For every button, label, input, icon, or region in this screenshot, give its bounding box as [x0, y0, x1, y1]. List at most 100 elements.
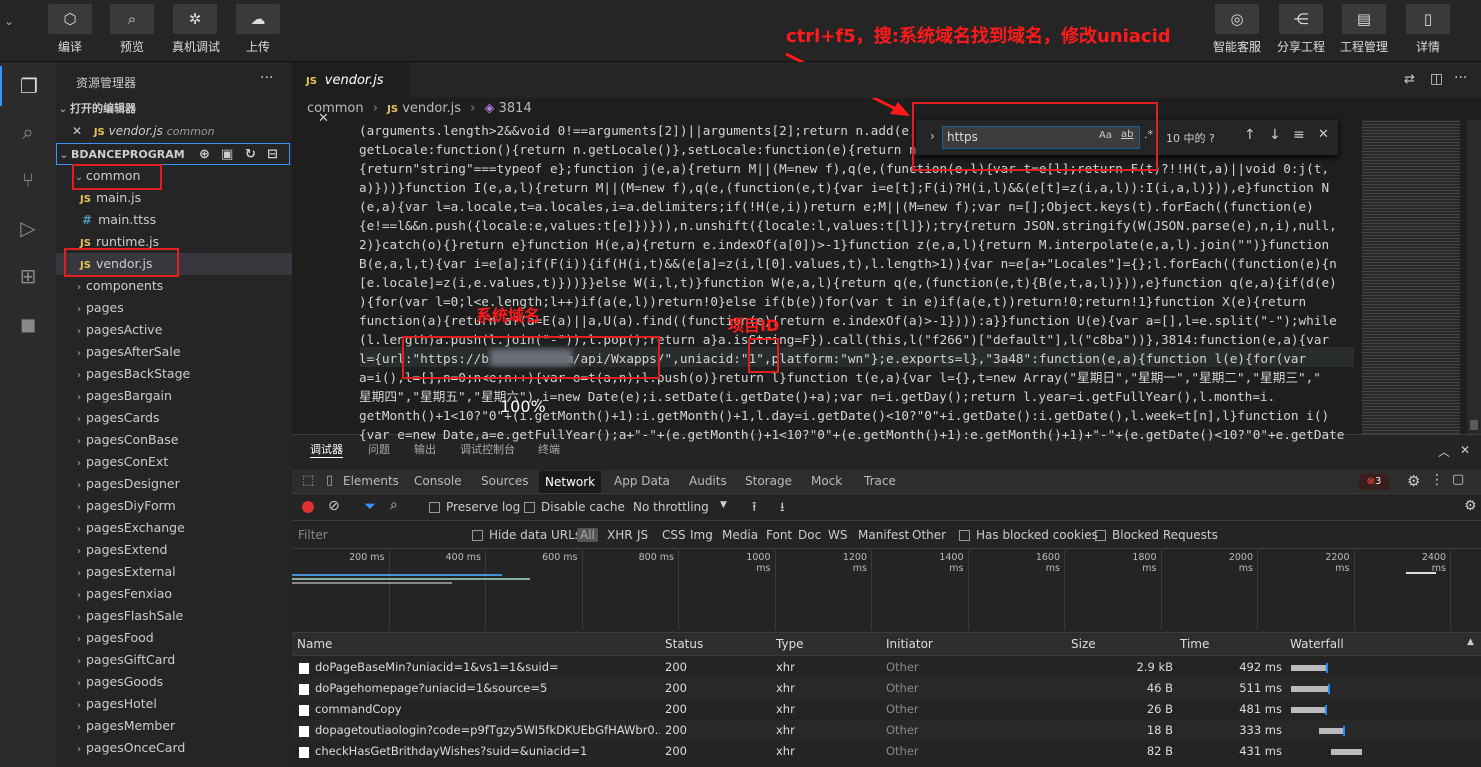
folder-item[interactable]: › components	[56, 275, 292, 297]
arrow-down-icon[interactable]: ↓	[1269, 127, 1281, 143]
open-editor-item[interactable]: ✕ JS vendor.js common	[56, 120, 292, 142]
folder-item[interactable]: › pagesCards	[56, 407, 292, 429]
tab-vendor-js[interactable]: JS vendor.js ✕	[292, 62, 410, 126]
folder-item[interactable]: › pagesActive	[56, 319, 292, 341]
record-icon[interactable]	[302, 501, 314, 513]
folder-item[interactable]: › pagesDiyForm	[56, 495, 292, 517]
folder-item[interactable]: › pagesGiftCard	[56, 649, 292, 671]
throttling-select[interactable]: No throttling	[633, 500, 709, 514]
folder-item[interactable]: › pagesBargain	[56, 385, 292, 407]
new-file-icon[interactable]: ⊕	[199, 144, 210, 166]
search-icon[interactable]: ⌕	[390, 497, 398, 513]
panel-tab[interactable]: Audits	[689, 474, 727, 488]
close-icon[interactable]: ✕	[56, 120, 82, 142]
share-project-button[interactable]: ⋲ 分享工程	[1266, 4, 1336, 55]
type-filter[interactable]: Img	[690, 528, 713, 542]
folder-item[interactable]: › pagesExternal	[56, 561, 292, 583]
file-main-ttss[interactable]: # main.ttss	[56, 209, 292, 231]
col-size[interactable]: Size	[1071, 637, 1096, 651]
file-main-js[interactable]: JS main.js	[56, 187, 292, 209]
project-root[interactable]: ⌄ BDANCEPROGRAM ⊕ ▣ ↻ ⊟	[56, 143, 290, 165]
compare-icon[interactable]: ⇄	[1404, 72, 1415, 87]
filter-input[interactable]: Filter	[298, 524, 458, 546]
request-name[interactable]: dopagetoutiaologin?code=p9fTgzy5WI5fkDKU…	[315, 720, 660, 741]
refresh-icon[interactable]: ↻	[245, 144, 256, 166]
editor-scrollbar[interactable]	[1467, 120, 1481, 434]
folder-item[interactable]: › pagesBackStage	[56, 363, 292, 385]
explorer-icon[interactable]: ❐	[0, 66, 56, 106]
folder-item[interactable]: › pagesConBase	[56, 429, 292, 451]
error-badge[interactable]: ⊗3	[1359, 474, 1389, 490]
settings-gear-icon[interactable]: ⚙	[1407, 472, 1420, 490]
new-folder-icon[interactable]: ▣	[221, 144, 233, 166]
open-editors-section[interactable]: ⌄ 打开的编辑器	[56, 98, 292, 120]
type-filter[interactable]: Media	[722, 528, 758, 542]
compile-button[interactable]: ⬡ 编译	[47, 4, 93, 58]
table-row[interactable]: dopagetoutiaologin?code=p9fTgzy5WI5fkDKU…	[292, 720, 1481, 741]
folder-item[interactable]: › pagesFenxiao	[56, 583, 292, 605]
panel-tab[interactable]: Mock	[811, 474, 842, 488]
export-icon[interactable]: ⭳	[780, 498, 785, 520]
disable-cache-checkbox[interactable]	[524, 502, 535, 513]
inspect-icon[interactable]: ⬚	[302, 473, 314, 488]
panel-tab[interactable]: App Data	[614, 474, 670, 488]
col-initiator[interactable]: Initiator	[886, 637, 933, 651]
request-name[interactable]: checkHasGetBrithdayWishes?suid=&uniacid=…	[315, 741, 660, 762]
col-name[interactable]: Name	[297, 637, 332, 651]
more-vertical-icon[interactable]: ⋮	[1430, 472, 1444, 488]
folder-item[interactable]: › pages	[56, 297, 292, 319]
chevron-up-icon[interactable]: ︿	[1438, 443, 1450, 460]
request-name[interactable]: doPageBaseMin?uniacid=1&vs1=1&suid=	[315, 657, 660, 678]
folder-item[interactable]: › pagesAfterSale	[56, 341, 292, 363]
panel-tab[interactable]: Console	[414, 474, 462, 488]
panel-tab[interactable]: Trace	[864, 474, 896, 488]
panel-tab[interactable]: Sources	[481, 474, 528, 488]
folder-item[interactable]: › pagesExchange	[56, 517, 292, 539]
blocked-cookies-checkbox[interactable]	[959, 530, 970, 541]
folder-item[interactable]: › pagesConExt	[56, 451, 292, 473]
device-toggle-icon[interactable]: ▯	[326, 473, 333, 488]
run-debug-icon[interactable]: ▷	[0, 208, 56, 248]
type-filter[interactable]: Font	[766, 528, 792, 542]
clear-icon[interactable]: ⊘	[328, 498, 340, 514]
selection-icon[interactable]: ≡	[1293, 127, 1305, 143]
type-filter[interactable]: JS	[637, 528, 648, 542]
details-button[interactable]: ▯ 详情	[1393, 4, 1463, 55]
preserve-log-checkbox[interactable]	[429, 502, 440, 513]
type-filter[interactable]: Other	[912, 528, 946, 542]
more-actions-icon[interactable]: ···	[1454, 70, 1467, 86]
settings-gear-icon[interactable]: ⚙	[1464, 498, 1477, 514]
filter-icon[interactable]: ⏷	[364, 497, 376, 515]
sort-up-icon[interactable]: ▲	[1467, 637, 1474, 647]
folder-item[interactable]: › pagesFood	[56, 627, 292, 649]
hide-data-urls-checkbox[interactable]	[472, 530, 483, 541]
panel-tab[interactable]: Network	[539, 471, 602, 493]
col-status[interactable]: Status	[665, 637, 703, 651]
type-filter[interactable]: Doc	[798, 528, 821, 542]
type-filter[interactable]: Manifest	[858, 528, 909, 542]
folder-item[interactable]: › pagesMember	[56, 715, 292, 737]
request-name[interactable]: commandCopy	[315, 699, 660, 720]
split-editor-icon[interactable]: ◫	[1430, 71, 1443, 87]
folder-item[interactable]: › pagesFlashSale	[56, 605, 292, 627]
close-icon[interactable]: ✕	[1460, 443, 1470, 457]
minimap[interactable]	[1362, 120, 1460, 434]
folder-item[interactable]: › pagesOnceCard	[56, 737, 292, 759]
blocked-requests-checkbox[interactable]	[1095, 530, 1106, 541]
scrollbar-thumb[interactable]	[1470, 420, 1478, 430]
table-row[interactable]: commandCopy 200 xhr Other 26 B 481 ms	[292, 699, 1481, 720]
table-row[interactable]: doPagehomepage?uniacid=1&source=5 200 xhr O…	[292, 678, 1481, 699]
request-name[interactable]: doPagehomepage?uniacid=1&source=5	[315, 678, 660, 699]
project-manage-button[interactable]: ▤ 工程管理	[1329, 4, 1399, 55]
collapse-all-icon[interactable]: ⊟	[267, 144, 278, 166]
search-icon[interactable]: ⌕	[0, 112, 56, 152]
folder-item[interactable]: › pagesGoods	[56, 671, 292, 693]
close-icon[interactable]: ✕	[1318, 127, 1329, 142]
upload-button[interactable]: ☁ 上传	[235, 4, 281, 58]
extensions-icon[interactable]: ⊞	[0, 256, 56, 296]
type-filter[interactable]: CSS	[662, 528, 686, 542]
plugin-icon[interactable]: ◼	[0, 304, 56, 344]
smart-support-button[interactable]: ◎ 智能客服	[1202, 4, 1272, 55]
preview-button[interactable]: ⌕ 预览	[109, 4, 155, 58]
col-type[interactable]: Type	[776, 637, 804, 651]
